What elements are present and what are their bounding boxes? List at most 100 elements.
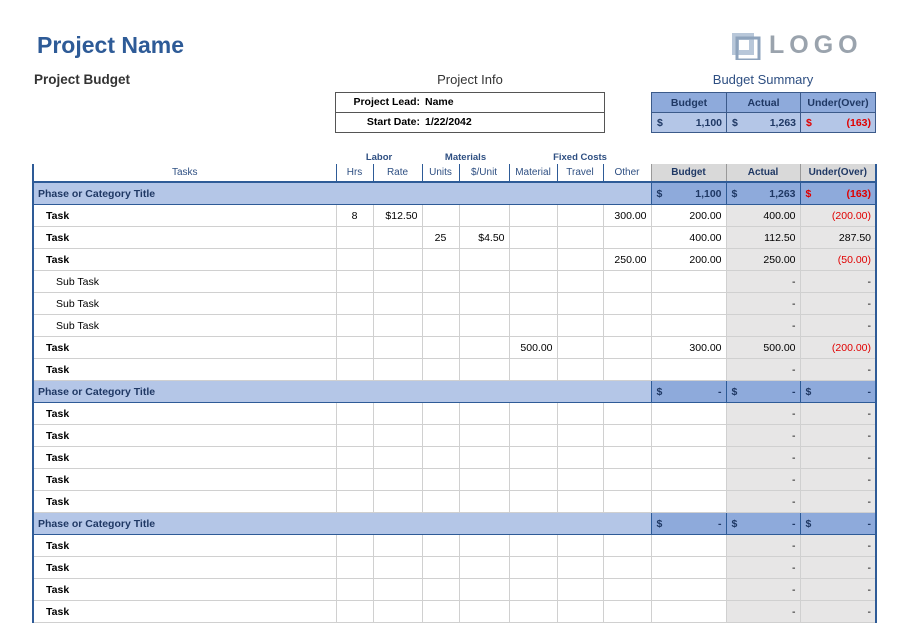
travel-cell[interactable]	[556, 490, 604, 513]
phase-title[interactable]: Phase or Category Title	[31, 181, 652, 205]
rate-cell[interactable]	[372, 534, 423, 557]
units-cell[interactable]	[421, 490, 460, 513]
material-cell[interactable]	[508, 204, 558, 227]
budget-cell[interactable]	[650, 578, 727, 601]
hours-cell[interactable]	[335, 270, 374, 293]
project-lead-value[interactable]: Name	[425, 96, 454, 108]
per-unit-cell[interactable]	[458, 336, 510, 359]
other-cost-cell[interactable]	[602, 424, 652, 447]
travel-cell[interactable]	[556, 336, 604, 359]
material-cell[interactable]	[508, 358, 558, 381]
rate-cell[interactable]	[372, 314, 423, 337]
other-cost-cell[interactable]	[602, 336, 652, 359]
material-cell[interactable]	[508, 534, 558, 557]
task-name[interactable]: Task	[32, 336, 337, 359]
budget-cell[interactable]	[650, 468, 727, 491]
rate-cell[interactable]	[372, 600, 423, 623]
rate-cell[interactable]	[372, 468, 423, 491]
sub-task-name[interactable]: Sub Task	[32, 292, 337, 315]
budget-cell[interactable]: 300.00	[650, 336, 727, 359]
hours-cell[interactable]	[335, 402, 374, 425]
rate-cell[interactable]	[372, 578, 423, 601]
material-cell[interactable]	[508, 578, 558, 601]
other-cost-cell[interactable]: 250.00	[602, 248, 652, 271]
phase-title[interactable]: Phase or Category Title	[31, 512, 652, 535]
hours-cell[interactable]	[335, 358, 374, 381]
travel-cell[interactable]	[556, 424, 604, 447]
units-cell[interactable]	[421, 358, 460, 381]
task-name[interactable]: Task	[32, 556, 337, 579]
travel-cell[interactable]	[556, 248, 604, 271]
hours-cell[interactable]	[335, 490, 374, 513]
sub-task-name[interactable]: Sub Task	[32, 270, 337, 293]
units-cell[interactable]: 25	[421, 226, 460, 249]
budget-cell[interactable]	[650, 358, 727, 381]
task-name[interactable]: Task	[32, 358, 337, 381]
hours-cell[interactable]	[335, 314, 374, 337]
rate-cell[interactable]: $12.50	[372, 204, 423, 227]
travel-cell[interactable]	[556, 468, 604, 491]
rate-cell[interactable]	[372, 490, 423, 513]
task-name[interactable]: Task	[32, 490, 337, 513]
budget-cell[interactable]	[650, 292, 727, 315]
budget-cell[interactable]	[650, 314, 727, 337]
material-cell[interactable]	[508, 446, 558, 469]
per-unit-cell[interactable]	[458, 314, 510, 337]
other-cost-cell[interactable]	[602, 292, 652, 315]
other-cost-cell[interactable]	[602, 402, 652, 425]
other-cost-cell[interactable]	[602, 490, 652, 513]
rate-cell[interactable]	[372, 292, 423, 315]
travel-cell[interactable]	[556, 270, 604, 293]
hours-cell[interactable]	[335, 578, 374, 601]
rate-cell[interactable]	[372, 226, 423, 249]
units-cell[interactable]	[421, 600, 460, 623]
budget-cell[interactable]	[650, 534, 727, 557]
per-unit-cell[interactable]	[458, 358, 510, 381]
budget-cell[interactable]	[650, 490, 727, 513]
hours-cell[interactable]: 8	[335, 204, 374, 227]
units-cell[interactable]	[421, 468, 460, 491]
travel-cell[interactable]	[556, 534, 604, 557]
other-cost-cell[interactable]	[602, 534, 652, 557]
rate-cell[interactable]	[372, 424, 423, 447]
material-cell[interactable]	[508, 490, 558, 513]
material-cell[interactable]	[508, 248, 558, 271]
per-unit-cell[interactable]	[458, 534, 510, 557]
task-name[interactable]: Task	[32, 468, 337, 491]
per-unit-cell[interactable]	[458, 292, 510, 315]
budget-cell[interactable]	[650, 270, 727, 293]
rate-cell[interactable]	[372, 556, 423, 579]
material-cell[interactable]	[508, 292, 558, 315]
other-cost-cell[interactable]	[602, 556, 652, 579]
task-name[interactable]: Task	[32, 226, 337, 249]
travel-cell[interactable]	[556, 578, 604, 601]
per-unit-cell[interactable]	[458, 248, 510, 271]
rate-cell[interactable]	[372, 248, 423, 271]
material-cell[interactable]	[508, 600, 558, 623]
other-cost-cell[interactable]	[602, 600, 652, 623]
start-date-value[interactable]: 1/22/2042	[425, 116, 472, 128]
material-cell[interactable]: 500.00	[508, 336, 558, 359]
hours-cell[interactable]	[335, 468, 374, 491]
task-name[interactable]: Task	[32, 402, 337, 425]
phase-title[interactable]: Phase or Category Title	[31, 380, 652, 403]
units-cell[interactable]	[421, 578, 460, 601]
other-cost-cell[interactable]	[602, 314, 652, 337]
travel-cell[interactable]	[556, 292, 604, 315]
per-unit-cell[interactable]	[458, 468, 510, 491]
budget-cell[interactable]: 200.00	[650, 204, 727, 227]
travel-cell[interactable]	[556, 600, 604, 623]
other-cost-cell[interactable]	[602, 446, 652, 469]
task-name[interactable]: Task	[32, 578, 337, 601]
travel-cell[interactable]	[556, 556, 604, 579]
task-name[interactable]: Task	[32, 248, 337, 271]
rate-cell[interactable]	[372, 358, 423, 381]
budget-cell[interactable]	[650, 402, 727, 425]
budget-cell[interactable]	[650, 556, 727, 579]
budget-cell[interactable]: 400.00	[650, 226, 727, 249]
units-cell[interactable]	[421, 292, 460, 315]
hours-cell[interactable]	[335, 556, 374, 579]
task-name[interactable]: Task	[32, 600, 337, 623]
per-unit-cell[interactable]	[458, 446, 510, 469]
travel-cell[interactable]	[556, 358, 604, 381]
